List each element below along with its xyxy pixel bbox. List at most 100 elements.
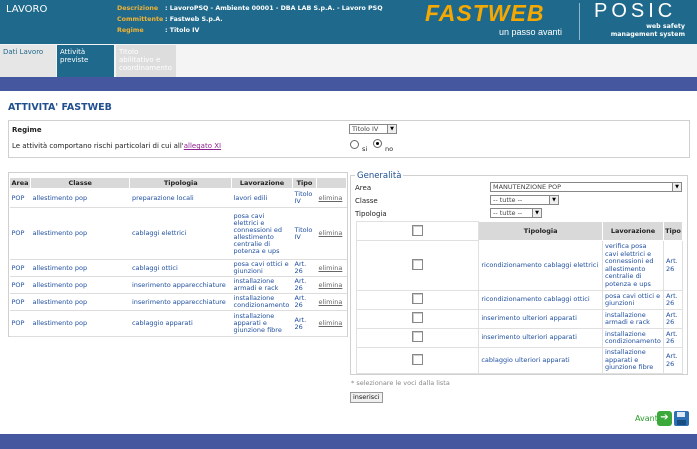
inserisci-button[interactable]: inserisci [350,392,383,403]
cell-lavorazione: installazione condizionamento [602,328,664,348]
cell-tipologia: inserimento ulteriori apparati [478,328,603,348]
tab-titolo-abilitativo[interactable]: Titolo abilitativo e coordinamento [116,45,176,77]
cell-tipologia: ricondizionamento cablaggi elettrici [478,240,603,291]
regime-info-value: : Titolo IV [165,27,200,34]
cell-tipologia: cablaggio ulteriori apparati [478,347,603,374]
cell-tipo: Titolo IV [292,188,317,208]
cell-lavorazione: installazione armadi e rack [231,276,293,294]
cell-tipologia: preparazione locali [129,188,232,208]
regime-label: Regime [12,126,42,134]
cell-area: POP [9,276,31,294]
cell-lavorazione: lavori edili [231,188,293,208]
cell-tipo: Art. 26 [662,290,684,310]
chevron-down-icon: ▼ [532,209,541,217]
area-label: Area [355,184,372,192]
cell-tipo: Art. 26 [662,347,684,374]
row-checkbox[interactable] [412,293,424,305]
cell-tipo: Titolo IV [292,207,317,260]
elimina-link[interactable]: elimina [316,259,347,277]
radio-si[interactable] [350,140,359,149]
allegato-text: Le attività comportano rischi particolar… [12,142,184,150]
regime-select[interactable]: Titolo IV ▼ [349,124,397,134]
radio-no[interactable] [373,139,382,148]
cell-area: POP [9,310,31,337]
elimina-link[interactable]: elimina [316,310,347,337]
col-area: Area [9,177,31,189]
elimina-link[interactable]: elimina [316,293,347,311]
committente-value: : Fastweb S.p.A. [165,16,223,23]
available-activities-table: Tipologia Lavorazione Tipo ricondizionam… [355,221,684,374]
tab-attivita-previste[interactable]: Attività previste [57,45,114,77]
committente-label: Committente [117,16,164,23]
row-checkbox[interactable] [412,312,424,324]
classe-select[interactable]: -- tutte -- ▼ [490,195,559,205]
chevron-down-icon: ▼ [549,196,558,204]
cell-tipo: Art. 26 [662,309,684,329]
table-row: inserimento ulteriori apparati installaz… [355,328,684,348]
col-tipo: Tipo [292,177,317,189]
classe-select-value: -- tutte -- [493,196,523,204]
cell-tipo: Art. 26 [292,276,317,294]
cell-tipo: Art. 26 [292,259,317,277]
cell-tipo: Art. 26 [292,310,317,337]
cell-lavorazione: installazione apparati e giunzione fibre [231,310,293,337]
table-row: POP allestimento pop cablaggio apparati … [9,310,347,337]
cell-tipologia: inserimento ulteriori apparati [478,309,603,329]
elimina-link[interactable]: elimina [316,276,347,294]
save-icon[interactable] [674,411,689,426]
allegato-question: Le attività comportano rischi particolar… [12,142,221,150]
regime-info-label: Regime [117,27,144,34]
table-row: POP allestimento pop cablaggi elettrici … [9,207,347,260]
cell-tipo: Art. 26 [662,240,684,291]
row-checkbox[interactable] [412,353,424,365]
cell-area: POP [9,293,31,311]
arrow-right-icon[interactable]: ➔ [657,411,672,426]
allegato-link[interactable]: allegato XI [184,142,221,150]
tipologia-select-value: -- tutte -- [493,209,523,217]
tab-underline-bar [0,77,697,91]
cell-lavorazione: verifica posa cavi elettrici e connessio… [602,240,664,291]
cell-tipologia: cablaggi ottici [129,259,232,277]
cell-lavorazione: installazione apparati e giunzione fibre [602,347,664,374]
row-checkbox[interactable] [412,331,424,343]
cell-checkbox [355,290,480,310]
selected-activities-table: Area Classe Tipologia Lavorazione Tipo P… [9,177,348,337]
col-lavorazione: Lavorazione [602,221,664,241]
cell-tipo: Art. 26 [662,328,684,348]
col-lavorazione: Lavorazione [231,177,294,189]
fastweb-tagline: un passo avanti [499,27,563,37]
cell-checkbox [355,240,480,291]
cell-tipologia: inserimento apparecchiature [129,293,232,311]
cell-tipologia: cablaggio apparati [129,310,232,337]
col-tipo: Tipo [662,221,684,241]
area-select[interactable]: MANUTENZIONE POP ▼ [490,182,682,192]
col-classe: Classe [29,177,131,189]
section-title: LAVORO [6,4,48,15]
job-info: Descrizione: LavoroPSQ - Ambiente 00001 … [117,3,383,36]
tab-dati-lavoro[interactable]: Dati Lavoro [0,45,56,77]
tipologia-select[interactable]: -- tutte -- ▼ [490,208,542,218]
cell-tipologia: ricondizionamento cablaggi ottici [478,290,603,310]
footer-bar [0,434,697,449]
cell-tipologia: cablaggi elettrici [129,207,232,260]
select-all-checkbox[interactable] [412,224,424,236]
col-select-all [355,221,480,241]
cell-classe: allestimento pop [30,188,130,208]
row-checkbox[interactable] [412,258,424,270]
cell-lavorazione: posa cavi elettrici e connessioni ed all… [231,207,293,260]
table-row: POP allestimento pop inserimento apparec… [9,276,347,294]
tipologia-label: Tipologia [355,210,387,218]
table-row: POP allestimento pop inserimento apparec… [9,293,347,311]
radio-si-label: si [362,145,368,153]
cell-classe: allestimento pop [30,310,130,337]
regime-select-value: Titolo IV [352,125,379,133]
cell-classe: allestimento pop [30,259,130,277]
cell-classe: allestimento pop [30,293,130,311]
cell-tipo: Art. 26 [292,293,317,311]
area-select-value: MANUTENZIONE POP [493,183,562,191]
elimina-link[interactable]: elimina [316,207,347,260]
cell-area: POP [9,188,31,208]
posic-tagline-line1: web safety [646,23,685,30]
chevron-down-icon: ▼ [387,125,396,133]
elimina-link[interactable]: elimina [316,188,347,208]
